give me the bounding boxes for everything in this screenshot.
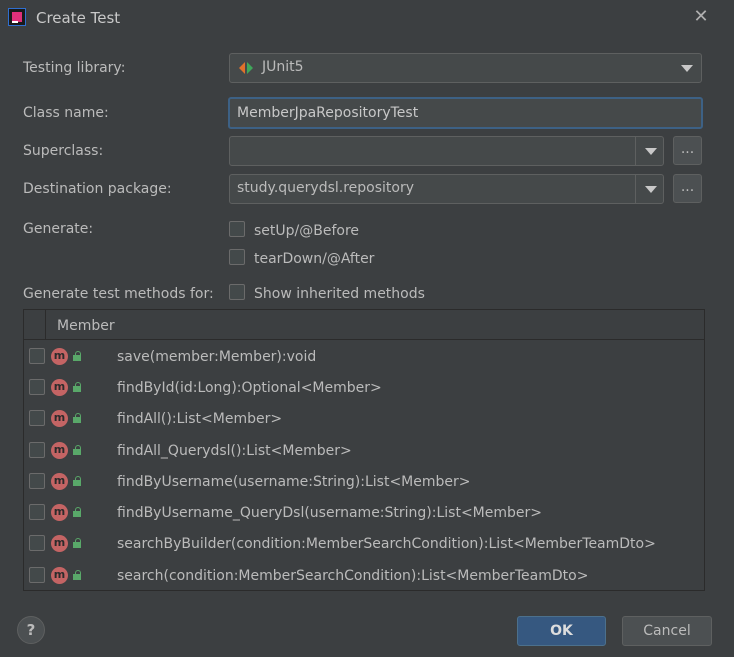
teardown-label: tearDown/@After xyxy=(254,251,375,267)
public-lock-icon xyxy=(72,413,82,423)
intellij-app-icon xyxy=(8,8,26,26)
ok-button[interactable]: OK xyxy=(517,616,606,646)
junit5-icon xyxy=(239,62,253,74)
testing-library-value: JUnit5 xyxy=(262,59,304,75)
method-signature: findByUsername(username:String):List<Mem… xyxy=(117,474,471,490)
public-lock-icon xyxy=(72,538,82,548)
method-icon: m xyxy=(51,504,68,521)
method-signature: findByUsername_QueryDsl(username:String)… xyxy=(117,505,542,521)
header-check-column[interactable] xyxy=(24,310,46,339)
table-row[interactable]: m findById(id:Long):Optional<Member> xyxy=(24,372,704,403)
testing-library-label: Testing library: xyxy=(23,60,126,76)
show-inherited-checkbox[interactable] xyxy=(229,284,245,300)
public-lock-icon xyxy=(72,476,82,486)
method-signature: searchByBuilder(condition:MemberSearchCo… xyxy=(117,536,656,552)
method-signature: findAll():List<Member> xyxy=(117,411,283,427)
public-lock-icon xyxy=(72,445,82,455)
method-signature: search(condition:MemberSearchCondition):… xyxy=(117,568,589,584)
method-signature: findById(id:Long):Optional<Member> xyxy=(117,380,382,396)
destination-package-value: study.querydsl.repository xyxy=(237,180,415,196)
superclass-combobox[interactable] xyxy=(229,136,664,166)
method-icon: m xyxy=(51,379,68,396)
chevron-down-icon[interactable] xyxy=(673,54,699,82)
table-row[interactable]: m findByUsername_QueryDsl(username:Strin… xyxy=(24,497,704,528)
method-icon: m xyxy=(51,535,68,552)
cancel-button[interactable]: Cancel xyxy=(622,616,712,646)
row-checkbox[interactable] xyxy=(29,473,45,489)
table-row[interactable]: m findByUsername(username:String):List<M… xyxy=(24,466,704,497)
show-inherited-label: Show inherited methods xyxy=(254,286,425,302)
class-name-value: MemberJpaRepositoryTest xyxy=(237,105,419,121)
generate-label: Generate: xyxy=(23,221,94,237)
setup-label: setUp/@Before xyxy=(254,223,360,239)
row-checkbox[interactable] xyxy=(29,504,45,520)
row-checkbox[interactable] xyxy=(29,410,45,426)
chevron-down-icon[interactable] xyxy=(637,175,663,203)
method-icon: m xyxy=(51,442,68,459)
table-row[interactable]: m searchByBuilder(condition:MemberSearch… xyxy=(24,528,704,559)
class-name-input[interactable]: MemberJpaRepositoryTest xyxy=(228,97,703,129)
destination-package-label: Destination package: xyxy=(23,181,172,197)
method-icon: m xyxy=(51,410,68,427)
teardown-checkbox[interactable] xyxy=(229,249,245,265)
member-methods-table: Member m save(member:Member):void m find… xyxy=(23,309,705,591)
testing-library-select[interactable]: JUnit5 xyxy=(229,53,702,83)
chevron-down-icon[interactable] xyxy=(637,137,663,165)
member-column-header[interactable]: Member xyxy=(57,318,115,334)
close-icon[interactable]: ✕ xyxy=(690,6,712,28)
public-lock-icon xyxy=(72,570,82,580)
row-checkbox[interactable] xyxy=(29,567,45,583)
method-icon: m xyxy=(51,567,68,584)
setup-checkbox[interactable] xyxy=(229,221,245,237)
table-row[interactable]: m findAll_Querydsl():List<Member> xyxy=(24,435,704,466)
method-icon: m xyxy=(51,348,68,365)
row-checkbox[interactable] xyxy=(29,379,45,395)
public-lock-icon xyxy=(72,507,82,517)
generate-methods-label: Generate test methods for: xyxy=(23,286,214,302)
method-signature: save(member:Member):void xyxy=(117,349,317,365)
table-row[interactable]: m search(condition:MemberSearchCondition… xyxy=(24,560,704,591)
help-button[interactable]: ? xyxy=(17,616,45,644)
class-name-label: Class name: xyxy=(23,105,109,121)
method-icon: m xyxy=(51,473,68,490)
public-lock-icon xyxy=(72,382,82,392)
method-signature: findAll_Querydsl():List<Member> xyxy=(117,443,352,459)
row-checkbox[interactable] xyxy=(29,535,45,551)
public-lock-icon xyxy=(72,351,82,361)
destination-browse-button[interactable]: ... xyxy=(673,174,702,203)
title-bar: Create Test ✕ xyxy=(0,0,734,38)
table-header: Member xyxy=(24,310,704,340)
superclass-browse-button[interactable]: ... xyxy=(673,136,702,165)
destination-package-combobox[interactable]: study.querydsl.repository xyxy=(229,174,664,204)
row-checkbox[interactable] xyxy=(29,348,45,364)
row-checkbox[interactable] xyxy=(29,442,45,458)
superclass-label: Superclass: xyxy=(23,143,104,159)
table-row[interactable]: m findAll():List<Member> xyxy=(24,403,704,434)
table-row[interactable]: m save(member:Member):void xyxy=(24,341,704,372)
dialog-title: Create Test xyxy=(36,9,121,27)
